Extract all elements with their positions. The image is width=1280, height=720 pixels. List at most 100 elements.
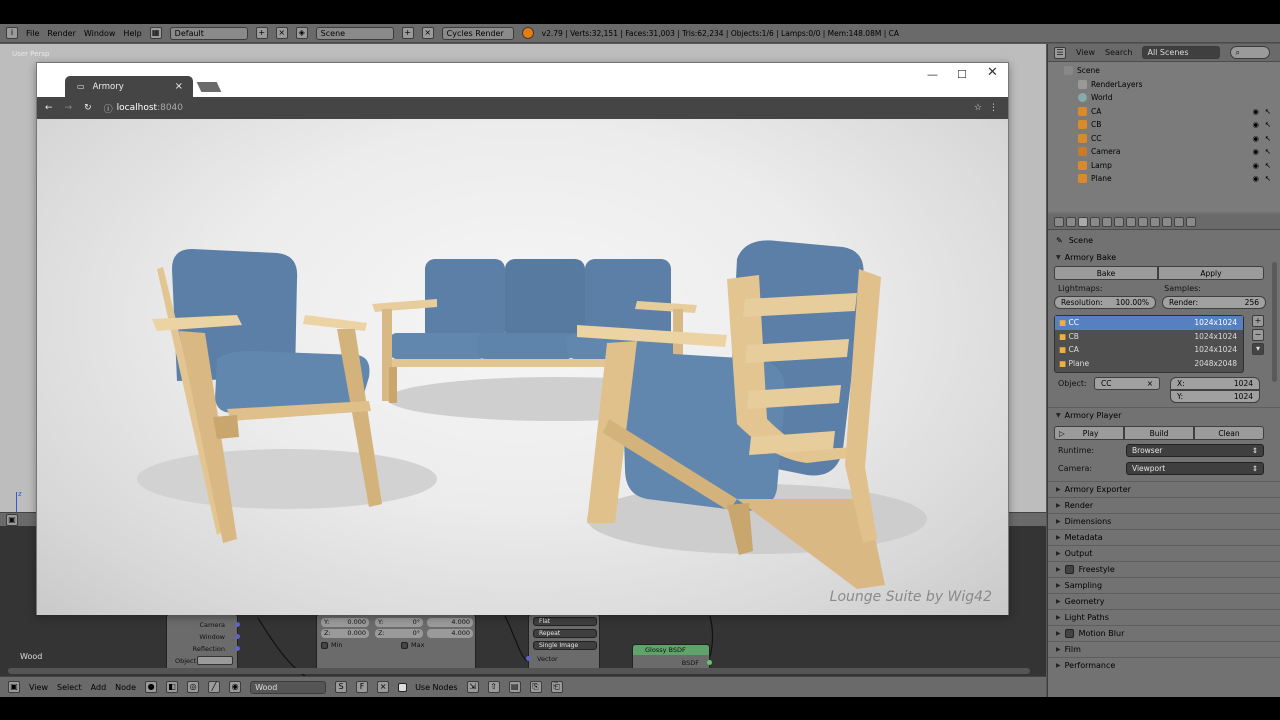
- menu-help[interactable]: Help: [123, 29, 141, 38]
- eye-icon[interactable]: ◉: [1252, 174, 1259, 183]
- outliner-item-lamp[interactable]: Lamp ◉ ↖: [1048, 159, 1280, 173]
- f-button[interactable]: F: [356, 681, 369, 693]
- panel-film[interactable]: ▶ Film: [1048, 641, 1280, 657]
- armory-player-panel-header[interactable]: ▼ Armory Player: [1048, 407, 1280, 423]
- list-item-cc[interactable]: ■ CC 1024x1024: [1055, 316, 1243, 330]
- eye-icon[interactable]: ◉: [1252, 147, 1259, 156]
- socket-bsdf[interactable]: [707, 660, 712, 665]
- panel-geometry[interactable]: ▶ Geometry: [1048, 593, 1280, 609]
- texture-coordinate-node[interactable]: Camera Window Reflection Object: [166, 614, 240, 674]
- cursor-icon[interactable]: ↖: [1265, 134, 1271, 143]
- scene-field[interactable]: Scene: [315, 26, 394, 40]
- address-bar[interactable]: ⓘ localhost:8040: [104, 102, 183, 115]
- cursor-icon[interactable]: ↖: [1265, 147, 1271, 156]
- lightmap-list[interactable]: ■ CC 1024x1024 ■ CB 1024x1024 ■ CA 1024x102…: [1054, 315, 1244, 373]
- apply-button[interactable]: Apply: [1158, 266, 1264, 280]
- render-layers-tab-icon[interactable]: [1066, 216, 1076, 227]
- runtime-select[interactable]: Browser ⇕: [1126, 444, 1264, 457]
- scale-z-value[interactable]: 4.000: [427, 629, 473, 638]
- list-remove-icon[interactable]: −: [1252, 329, 1264, 341]
- line-style-icon[interactable]: ╱: [208, 681, 221, 693]
- socket-reflection[interactable]: [235, 646, 240, 651]
- node-menu-add[interactable]: Add: [91, 683, 107, 692]
- info-icon[interactable]: i: [6, 27, 18, 39]
- node-editor-type-icon[interactable]: ▣: [8, 681, 20, 693]
- node-object-field[interactable]: [197, 656, 233, 665]
- constraints-tab-icon[interactable]: [1114, 216, 1124, 227]
- remove-layout-icon[interactable]: ×: [275, 27, 288, 39]
- outliner-search-input[interactable]: ⌕: [1230, 46, 1271, 59]
- object-type-icon[interactable]: ◧: [166, 681, 179, 693]
- mapping-y-value[interactable]: 0.000: [347, 618, 366, 627]
- node-menu-select[interactable]: Select: [57, 683, 82, 692]
- outliner-item-cb[interactable]: CB ◉ ↖: [1048, 118, 1280, 132]
- bookmark-star-icon[interactable]: ☆: [974, 103, 982, 113]
- bake-button[interactable]: Bake: [1054, 266, 1158, 280]
- resolution-field[interactable]: Resolution: 100.00%: [1054, 296, 1156, 309]
- remove-scene-icon[interactable]: ×: [421, 27, 434, 39]
- material-sphere-icon[interactable]: ◉: [229, 681, 242, 693]
- freestyle-checkbox[interactable]: [1064, 565, 1074, 574]
- list-item-cb[interactable]: ■ CB 1024x1024: [1055, 330, 1243, 344]
- node-scrollbar[interactable]: [8, 668, 1030, 674]
- physics-tab-icon[interactable]: [1186, 216, 1196, 227]
- forward-icon[interactable]: →: [65, 103, 73, 113]
- eye-icon[interactable]: ◉: [1252, 107, 1259, 116]
- pin-icon[interactable]: ✎: [1056, 236, 1063, 245]
- armory-bake-panel-header[interactable]: ▼ Armory Bake: [1048, 249, 1280, 266]
- add-scene-icon[interactable]: +: [401, 27, 414, 39]
- panel-motion-blur[interactable]: ▶ Motion Blur: [1048, 625, 1280, 641]
- min-checkbox[interactable]: [321, 642, 328, 649]
- outliner-type-icon[interactable]: ☰: [1054, 46, 1066, 59]
- panel-render[interactable]: ▶ Render: [1048, 497, 1280, 513]
- particles-tab-icon[interactable]: [1174, 216, 1184, 227]
- outliner-item-world[interactable]: World: [1048, 91, 1280, 105]
- rotation-y-value[interactable]: 0°: [413, 618, 420, 627]
- cursor-icon[interactable]: ↖: [1265, 174, 1271, 183]
- layout-field[interactable]: Default: [169, 26, 248, 40]
- reload-icon[interactable]: ↻: [84, 103, 92, 113]
- render-engine-select[interactable]: Cycles Render: [441, 26, 514, 40]
- outliner-item-cc[interactable]: CC ◉ ↖: [1048, 132, 1280, 146]
- clean-button[interactable]: Clean: [1194, 426, 1264, 440]
- outliner-search-menu[interactable]: Search: [1105, 48, 1132, 57]
- cursor-icon[interactable]: ↖: [1265, 161, 1271, 170]
- outliner-filter-select[interactable]: All Scenes: [1142, 46, 1221, 59]
- cursor-icon[interactable]: ↖: [1265, 120, 1271, 129]
- outliner-item-ca[interactable]: CA ◉ ↖: [1048, 105, 1280, 119]
- cursor-icon[interactable]: ↖: [1265, 107, 1271, 116]
- play-button[interactable]: ▷ Play: [1054, 426, 1124, 440]
- eye-icon[interactable]: ◉: [1252, 120, 1259, 129]
- panel-output[interactable]: ▶ Output: [1048, 545, 1280, 561]
- render-viewport[interactable]: Lounge Suite by Wig42: [37, 119, 1008, 615]
- camera-select[interactable]: Viewport ⇕: [1126, 462, 1264, 475]
- eye-icon[interactable]: ◉: [1252, 161, 1259, 170]
- data-tab-icon[interactable]: [1138, 216, 1148, 227]
- editor-type-icon[interactable]: ▣: [6, 514, 18, 526]
- outliner-view-menu[interactable]: View: [1076, 48, 1095, 57]
- new-tab-button[interactable]: [196, 82, 222, 92]
- menu-dots-icon[interactable]: ⋮: [989, 103, 998, 113]
- build-button[interactable]: Build: [1124, 426, 1194, 440]
- material-select[interactable]: Wood: [250, 680, 327, 694]
- back-icon[interactable]: ←: [45, 103, 53, 113]
- scale-y-value[interactable]: 4.000: [427, 618, 473, 627]
- list-item-plane[interactable]: ■ Plane 2048x2048: [1055, 357, 1243, 371]
- x-size-field[interactable]: X: 1024: [1170, 377, 1260, 390]
- snap-icon[interactable]: ⇲: [466, 681, 479, 693]
- properties-scrollbar[interactable]: [1272, 262, 1277, 382]
- list-item-ca[interactable]: ■ CA 1024x1024: [1055, 343, 1243, 357]
- rotation-z-value[interactable]: 0°: [413, 629, 420, 638]
- clear-icon[interactable]: ×: [1147, 379, 1153, 388]
- panel-sampling[interactable]: ▶ Sampling: [1048, 577, 1280, 593]
- panel-performance[interactable]: ▶ Performance: [1048, 657, 1280, 673]
- tab-close-icon[interactable]: ×: [175, 81, 183, 92]
- minimize-icon[interactable]: —: [927, 68, 938, 81]
- list-menu-icon[interactable]: ▾: [1252, 343, 1264, 355]
- scene-tab-icon[interactable]: [1078, 216, 1088, 227]
- socket-window[interactable]: [235, 634, 240, 639]
- maximize-icon[interactable]: ☐: [957, 68, 967, 81]
- node-menu-view[interactable]: View: [29, 683, 48, 692]
- world-tab-icon[interactable]: [1090, 216, 1100, 227]
- panel-armory-exporter[interactable]: ▶ Armory Exporter: [1048, 481, 1280, 497]
